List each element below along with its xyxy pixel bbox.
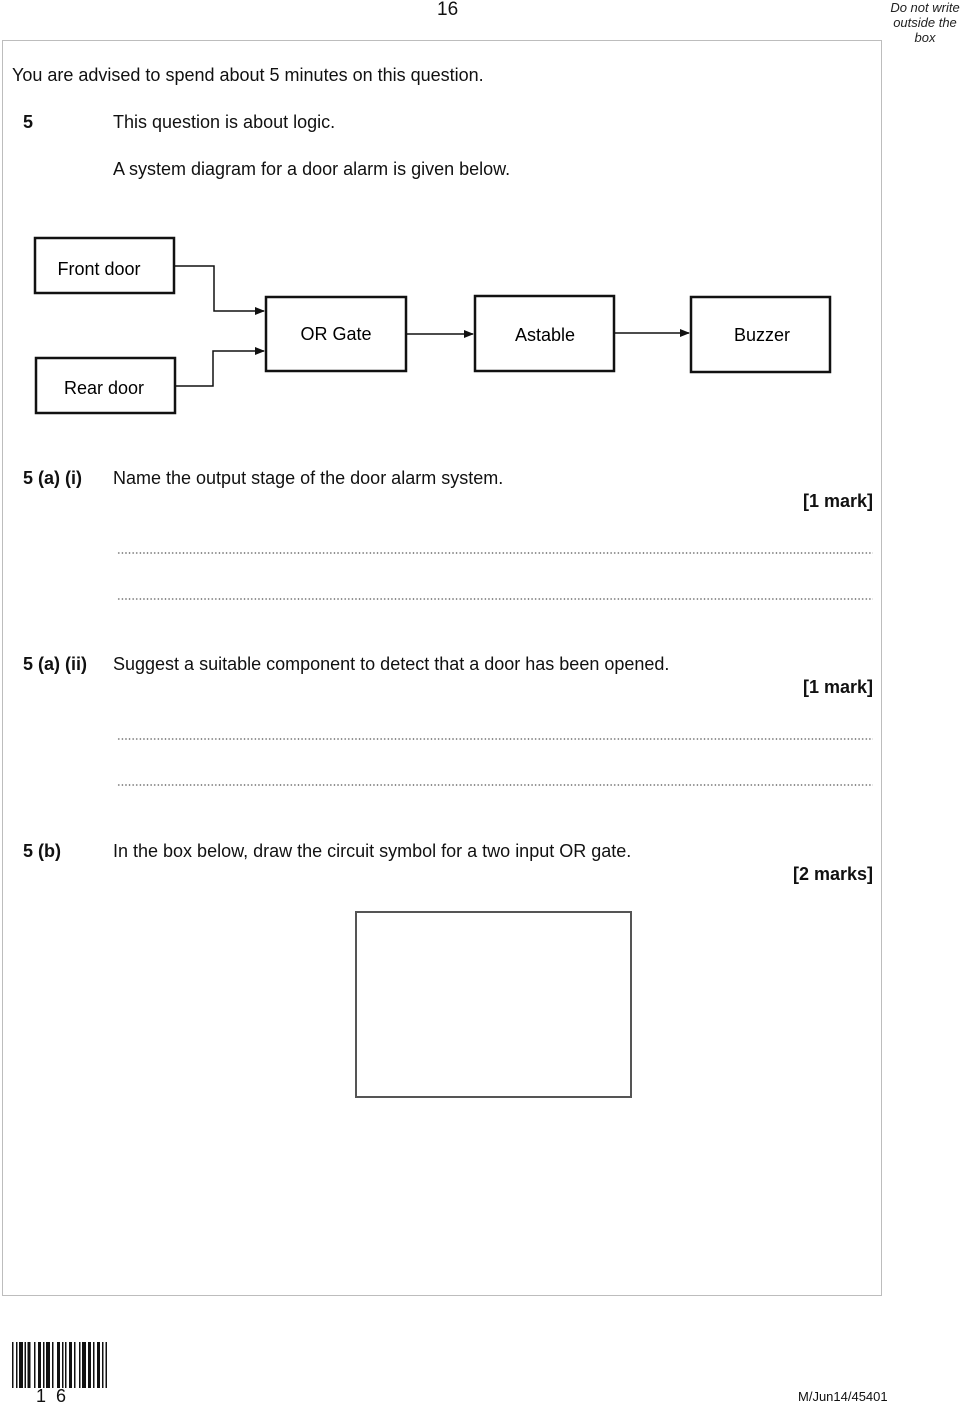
part-a-ii-marks: [1 mark] <box>802 677 873 697</box>
block-rear-door-label: Rear door <box>64 378 144 398</box>
block-front-door-label: Front door <box>57 259 140 279</box>
part-a-i-marks: [1 mark] <box>802 491 873 511</box>
margin-note-line: Do not write <box>890 0 960 15</box>
margin-note-line: box <box>914 30 936 45</box>
margin-note: Do not write outside the box <box>888 0 960 45</box>
time-advice: You are advised to spend about 5 minutes… <box>12 65 484 85</box>
question-number: 5 <box>23 112 34 132</box>
part-a-ii-question: Suggest a suitable component to detect t… <box>113 654 670 674</box>
question-topic: This question is about logic. <box>113 112 336 132</box>
system-diagram: Front door Rear door OR Gate Astable Buz… <box>33 236 832 415</box>
part-a-i-question: Name the output stage of the door alarm … <box>113 468 504 488</box>
part-b-question: In the box below, draw the circuit symbo… <box>113 841 632 861</box>
answer-line[interactable] <box>117 784 873 786</box>
part-a-ii-label: 5 (a) (ii) <box>23 654 88 674</box>
barcode <box>12 1342 107 1388</box>
page-number: 16 <box>437 0 459 20</box>
block-astable: Astable <box>473 294 616 373</box>
block-or-gate: OR Gate <box>264 295 408 373</box>
part-b-marks: [2 marks] <box>792 864 873 884</box>
answer-line[interactable] <box>117 598 873 600</box>
answer-line[interactable] <box>117 552 873 554</box>
part-a-i-label: 5 (a) (i) <box>23 468 83 488</box>
block-buzzer: Buzzer <box>689 295 832 374</box>
block-front-door: Front door <box>33 236 176 295</box>
answer-line[interactable] <box>117 738 873 740</box>
paper-reference: M/Jun14/45401 <box>798 1389 888 1404</box>
margin-note-line: outside the <box>893 15 957 30</box>
part-b-label: 5 (b) <box>23 841 61 861</box>
diagram-intro: A system diagram for a door alarm is giv… <box>113 159 511 179</box>
block-rear-door: Rear door <box>34 356 177 415</box>
connector-rear-door-to-or <box>176 347 265 387</box>
drawing-answer-box[interactable] <box>355 911 632 1098</box>
block-buzzer-label: Buzzer <box>734 325 790 345</box>
connector-front-door-to-or <box>175 265 265 315</box>
block-or-gate-label: OR Gate <box>300 324 371 344</box>
block-astable-label: Astable <box>515 325 575 345</box>
